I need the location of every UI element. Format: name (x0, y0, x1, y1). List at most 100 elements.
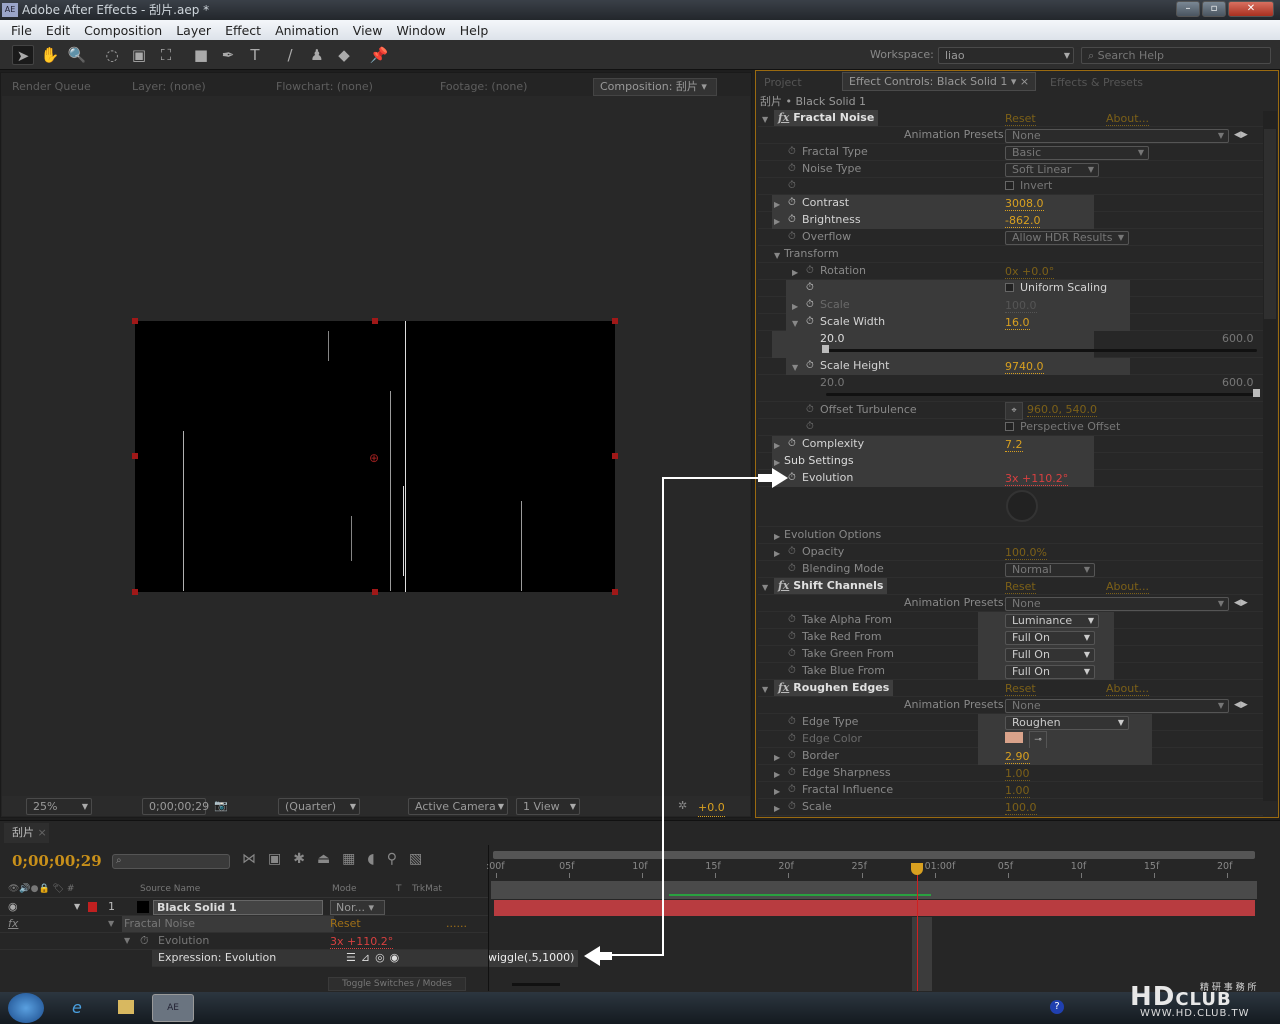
twirl-closed-icon[interactable]: ▶ (774, 529, 780, 545)
stopwatch-icon[interactable]: ⏱ (788, 544, 796, 560)
effect-property-row[interactable]: ⏱ Edge Type Roughen ▼ (758, 714, 1263, 731)
twirl-closed-icon[interactable]: ▶ (792, 265, 798, 281)
menu-window[interactable]: Window (389, 23, 452, 38)
clone-stamp-icon[interactable]: ♟ (306, 45, 328, 65)
value-scrubber[interactable]: 100.0 (1005, 801, 1037, 815)
tab-effects-presets[interactable]: Effects & Presets (1050, 73, 1143, 93)
slider-handle[interactable] (1253, 389, 1260, 397)
menu-file[interactable]: File (4, 23, 39, 38)
fx-icon[interactable]: fx (778, 579, 789, 592)
preset-prev-next-icon[interactable]: ◀▶ (1234, 127, 1248, 143)
stopwatch-icon[interactable]: ⏱ (806, 402, 814, 418)
effect-property-row[interactable]: Animation Presets: None ▼ ◀▶ (758, 127, 1263, 144)
property-value[interactable]: -862.0 (1005, 213, 1041, 229)
effect-property-row[interactable]: ▶ ⏱ Contrast 3008.0 (758, 195, 1263, 212)
effect-reset-link[interactable]: Reset (330, 916, 361, 932)
effect-name[interactable]: Fractal Noise (122, 916, 334, 932)
effect-property-row[interactable]: ▶ ⏱ Border 2.90 (758, 748, 1263, 765)
twirl-closed-icon[interactable]: ▶ (774, 784, 780, 800)
effect-property-row[interactable]: ▶ Sub Settings (758, 453, 1263, 470)
twirl-open-icon[interactable]: ▼ (762, 112, 768, 128)
angle-dial[interactable] (1006, 490, 1038, 522)
effect-property-row[interactable]: ▶ ⏱ Fractal Influence 1.00 (758, 782, 1263, 799)
pen-icon[interactable]: ✒ (217, 45, 239, 65)
zoom-icon[interactable]: 🔍 (66, 45, 88, 65)
menu-edit[interactable]: Edit (39, 23, 77, 38)
label-color-swatch[interactable] (88, 902, 97, 912)
scrollbar[interactable] (1263, 111, 1277, 801)
point-value[interactable]: 960.0, 540.0 (1027, 403, 1097, 417)
handle[interactable] (612, 589, 618, 595)
value-scrubber[interactable]: 100.0 (1005, 299, 1037, 313)
effect-property-row[interactable]: 20.0 600.0 (758, 375, 1263, 402)
stopwatch-icon[interactable]: ⏱ (806, 297, 814, 313)
blend-mode-dropdown[interactable]: Nor... ▾ (330, 900, 385, 915)
stopwatch-icon[interactable]: ⏱ (788, 561, 796, 577)
magnification-dropdown[interactable]: 25% ▼ (26, 798, 92, 815)
layer-search-input[interactable]: ⌕ (112, 854, 230, 869)
property-value[interactable]: 3008.0 (1005, 196, 1044, 212)
pan-behind-icon[interactable]: ⛶ (155, 45, 177, 65)
stopwatch-icon[interactable]: ⏱ (788, 161, 796, 177)
property-value[interactable]: Uniform Scaling (1005, 280, 1107, 296)
camera-orbit-icon[interactable]: ▣ (128, 45, 150, 65)
stopwatch-icon[interactable]: ⏱ (788, 212, 796, 228)
twirl-open-icon[interactable]: ▼ (108, 916, 114, 932)
stopwatch-icon[interactable]: ⏱ (806, 419, 814, 435)
stopwatch-icon[interactable]: ⏱ (788, 714, 796, 730)
eye-icon[interactable]: ◉ (8, 899, 18, 915)
view-layout-dropdown[interactable]: 1 View ▼ (516, 798, 580, 815)
menu-animation[interactable]: Animation (268, 23, 346, 38)
eraser-icon[interactable]: ◆ (333, 45, 355, 65)
menu-composition[interactable]: Composition (77, 23, 169, 38)
effect-property-row[interactable]: ⏱ Blending Mode Normal ▼ (758, 561, 1263, 578)
menu-layer[interactable]: Layer (169, 23, 218, 38)
stopwatch-icon[interactable]: ⏱ (788, 782, 796, 798)
toggle-switches-modes-button[interactable]: Toggle Switches / Modes (328, 977, 466, 991)
effect-property-row[interactable]: ▶ ⏱ Complexity 7.2 (758, 436, 1263, 453)
value-scrubber[interactable]: 1.00 (1005, 767, 1030, 781)
property-value[interactable]: 100.0% (1005, 545, 1047, 561)
property-dropdown[interactable]: Basic ▼ (1005, 146, 1149, 160)
value-scrubber[interactable]: 1.00 (1005, 784, 1030, 798)
twirl-open-icon[interactable]: ▼ (792, 316, 798, 332)
effect-property-row[interactable]: ⏱ Perspective Offset (758, 419, 1263, 436)
property-value[interactable]: 3x +110.2° (330, 935, 394, 949)
reset-link[interactable]: Reset (1005, 112, 1036, 126)
handle[interactable] (132, 589, 138, 595)
maximize-button[interactable]: ▫ (1202, 1, 1226, 17)
twirl-open-icon[interactable]: ▼ (762, 682, 768, 698)
effect-property-row[interactable]: ▶ ⏱ Opacity 100.0% (758, 544, 1263, 561)
handle[interactable] (612, 453, 618, 459)
tab-footage[interactable]: Footage: (none) (440, 77, 527, 97)
property-dropdown[interactable]: Allow HDR Results ▼ (1005, 231, 1129, 245)
property-group-label[interactable]: Sub Settings (784, 453, 854, 469)
property-value[interactable]: Full On ▼ (1005, 630, 1095, 646)
fx-icon[interactable]: fx (778, 111, 789, 124)
property-dropdown[interactable]: Roughen ▼ (1005, 716, 1129, 730)
menu-effect[interactable]: Effect (218, 23, 268, 38)
effect-property-row[interactable]: ⏱ Take Red From Full On ▼ (758, 629, 1263, 646)
help-icon[interactable]: ? (1050, 1000, 1064, 1014)
twirl-closed-icon[interactable]: ▶ (774, 750, 780, 766)
exposure-value[interactable]: +0.0 (698, 801, 725, 817)
property-value[interactable]: Roughen ▼ (1005, 715, 1129, 731)
hand-icon[interactable]: ✋ (39, 45, 61, 65)
slider-track[interactable] (826, 389, 1260, 397)
stopwatch-icon[interactable]: ⏱ (788, 765, 796, 781)
slider-track[interactable] (822, 345, 1257, 353)
effect-property-row[interactable]: ⏱ Take Blue From Full On ▼ (758, 663, 1263, 680)
stopwatch-icon[interactable]: ⏱ (788, 799, 796, 815)
menu-view[interactable]: View (346, 23, 390, 38)
property-value[interactable]: 100.0 (1005, 800, 1037, 816)
twirl-closed-icon[interactable]: ▶ (792, 299, 798, 315)
property-value[interactable]: Luminance ▼ (1005, 613, 1099, 629)
effect-property-row[interactable]: ▶ ⏱ Scale 100.0 (758, 799, 1263, 816)
stopwatch-icon[interactable]: ⏱ (788, 195, 796, 211)
checkbox[interactable] (1005, 422, 1014, 431)
property-value[interactable]: Normal ▼ (1005, 562, 1095, 578)
value-scrubber[interactable]: 3008.0 (1005, 197, 1044, 211)
twirl-closed-icon[interactable]: ▶ (774, 455, 780, 471)
effect-property-row[interactable]: ⏱ Evolution 3x +110.2° (758, 470, 1263, 487)
property-row[interactable]: ▼ ⏱ Evolution 3x +110.2° (0, 933, 488, 950)
